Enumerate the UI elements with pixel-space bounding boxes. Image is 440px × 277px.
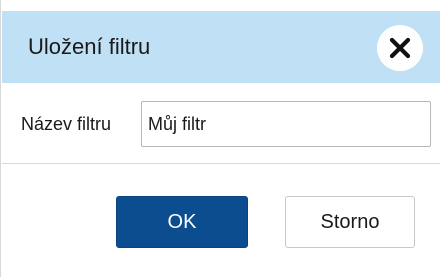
cancel-button[interactable]: Storno <box>285 196 415 248</box>
ok-button[interactable]: OK <box>116 196 248 248</box>
close-button[interactable] <box>377 25 423 71</box>
save-filter-dialog: Uložení filtru Název filtru OK Storno <box>0 0 440 277</box>
filter-name-input[interactable] <box>141 101 431 147</box>
filter-name-row: Název filtru <box>2 83 440 163</box>
divider <box>2 163 440 164</box>
dialog-header: Uložení filtru <box>2 11 440 83</box>
dialog-title: Uložení filtru <box>28 34 151 59</box>
close-icon <box>389 37 411 59</box>
filter-name-label: Název filtru <box>21 114 112 134</box>
